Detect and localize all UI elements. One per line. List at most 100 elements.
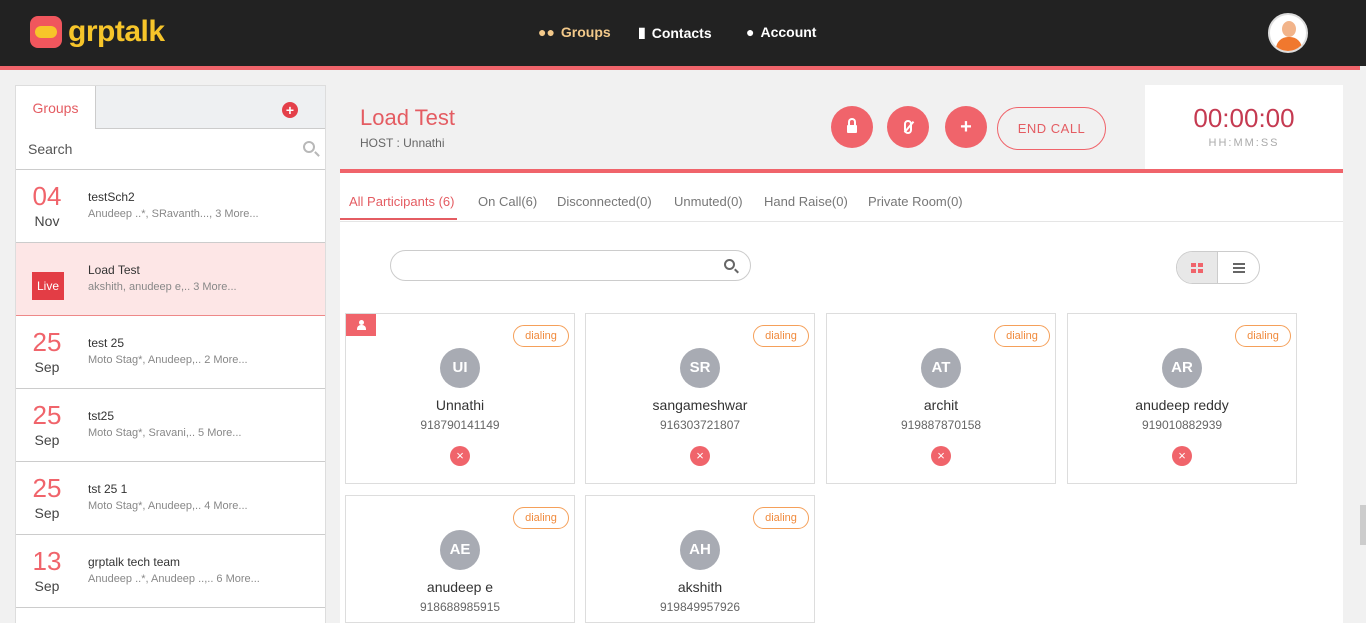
nav-contacts[interactable]: ▮ Contacts [638, 24, 712, 41]
tab-private-room[interactable]: Private Room(0) [868, 194, 963, 217]
nav-groups-label: Groups [560, 24, 611, 40]
group-name: grptalk tech team [88, 555, 181, 569]
participant-name: Unnathi [435, 397, 485, 413]
nav-contacts-label: Contacts [651, 24, 712, 41]
group-list-item[interactable]: 25 Sep test 25 Moto Stag*, Anudeep,.. 2 … [16, 316, 325, 389]
group-list-item[interactable]: 13 Sep grptalk tech team Anudeep ..*, An… [16, 535, 325, 608]
tab-hand-raise[interactable]: Hand Raise(0) [764, 194, 848, 217]
tab-groups[interactable]: Groups [16, 86, 96, 129]
tab-disconnected[interactable]: Disconnected(0) [557, 194, 652, 217]
group-month: Nov [34, 213, 60, 229]
participant-avatar: SR [680, 348, 720, 388]
group-date: 25 Sep [16, 328, 78, 376]
group-day: 25 [32, 327, 62, 357]
call-title: Load Test [360, 105, 456, 130]
participant-name: anudeep e [426, 579, 494, 595]
group-name: testSch2 [88, 190, 135, 204]
participant-name: archit [923, 397, 959, 413]
add-participant-button[interactable]: + [945, 106, 987, 148]
tab-unmuted[interactable]: Unmuted(0) [674, 194, 743, 217]
tab-on-call[interactable]: On Call(6) [478, 194, 537, 217]
group-month: Sep [34, 359, 60, 375]
tab-all-participants[interactable]: All Participants (6) [340, 194, 458, 220]
lock-call-button[interactable] [831, 106, 873, 148]
participant-card[interactable]: dialing UI Unnathi 918790141149 × [345, 313, 575, 484]
status-badge: dialing [994, 325, 1050, 347]
group-day: 25 [32, 400, 62, 430]
user-avatar[interactable] [1268, 13, 1308, 53]
group-search-input[interactable] [16, 129, 325, 169]
remove-participant-icon[interactable]: × [690, 446, 710, 466]
status-badge: dialing [513, 325, 569, 347]
status-badge: dialing [753, 507, 809, 529]
group-list-item[interactable]: 04 Nov testSch2 Anudeep ..*, SRavanth...… [16, 170, 325, 243]
group-members: Moto Stag*, Sravani,.. 5 More... [88, 427, 242, 439]
participant-phone: 919010882939 [1141, 418, 1223, 432]
participant-phone: 919849957926 [659, 600, 741, 614]
remove-participant-icon[interactable]: × [1172, 446, 1192, 466]
participant-name: sangameshwar [652, 397, 748, 413]
participant-phone: 918688985915 [419, 600, 501, 614]
participant-card[interactable]: dialing AT archit 919887870158 × [826, 313, 1056, 484]
logo-icon [30, 16, 62, 48]
group-list-item[interactable]: 25 Sep tst 25 1 Moto Stag*, Anudeep,.. 4… [16, 462, 325, 535]
participant-card[interactable]: dialing AE anudeep e 918688985915 [345, 495, 575, 623]
groups-sidebar: Groups + 04 Nov testSch2 Anudeep ..*, SR… [15, 85, 326, 623]
remove-participant-icon[interactable]: × [931, 446, 951, 466]
group-members: Moto Stag*, Anudeep,.. 4 More... [88, 500, 248, 512]
timer-format-label: HH:MM:SS [1208, 137, 1280, 149]
participant-avatar: AR [1162, 348, 1202, 388]
host-badge [346, 314, 376, 336]
view-toggle [1176, 251, 1260, 284]
participant-name: anudeep reddy [1135, 397, 1229, 413]
call-host: HOST : Unnathi [360, 136, 445, 150]
participant-avatar: AT [921, 348, 961, 388]
participant-name: akshith [677, 579, 723, 595]
group-name: Load Test [88, 263, 140, 277]
nav-account[interactable]: ● Account [746, 24, 816, 40]
search-icon[interactable] [303, 141, 315, 153]
end-call-button[interactable]: END CALL [997, 107, 1106, 150]
group-members: Anudeep ..*, SRavanth..., 3 More... [88, 208, 259, 220]
group-name: tst25 [88, 409, 115, 423]
participant-card[interactable]: dialing AH akshith 919849957926 [585, 495, 815, 623]
participant-avatar: UI [440, 348, 480, 388]
participant-card[interactable]: dialing AR anudeep reddy 919010882939 × [1067, 313, 1297, 484]
participant-phone: 918790141149 [420, 418, 500, 432]
group-day: 04 [32, 181, 62, 211]
group-list-item[interactable]: 25 Sep tst25 Moto Stag*, Sravani,.. 5 Mo… [16, 389, 325, 462]
group-members: Moto Stag*, Anudeep,.. 2 More... [88, 354, 248, 366]
group-name: tst 25 1 [88, 482, 128, 496]
search-icon[interactable] [724, 259, 735, 270]
nav-groups[interactable]: ●● Groups [538, 24, 611, 40]
group-members: Anudeep ..*, Anudeep ..,.. 6 More... [88, 573, 260, 585]
list-view-button[interactable] [1218, 252, 1259, 283]
grid-view-button[interactable] [1177, 252, 1219, 283]
participant-tabs: All Participants (6) On Call(6) Disconne… [340, 193, 1343, 222]
status-badge: dialing [753, 325, 809, 347]
group-day: 13 [32, 546, 62, 576]
group-members: akshith, anudeep e,.. 3 More... [88, 281, 237, 293]
remove-participant-icon[interactable]: × [450, 446, 470, 466]
group-list-item-live[interactable]: Live Load Test akshith, anudeep e,.. 3 M… [16, 243, 325, 316]
scrollbar-thumb[interactable] [1360, 505, 1366, 545]
plus-icon: + [960, 116, 972, 138]
participant-card[interactable]: dialing SR sangameshwar 916303721807 × [585, 313, 815, 484]
group-search [16, 129, 325, 170]
status-badge: dialing [513, 507, 569, 529]
participant-avatar: AH [680, 530, 720, 570]
group-day: 25 [32, 473, 62, 503]
participant-search[interactable] [390, 250, 751, 281]
add-group-icon[interactable]: + [282, 102, 298, 118]
status-badge: dialing [1235, 325, 1291, 347]
call-panel: Load Test HOST : Unnathi + END CALL 00:0… [340, 85, 1343, 623]
users-icon: ●● [538, 24, 555, 40]
mute-all-button[interactable] [887, 106, 929, 148]
nav-account-label: Account [760, 24, 817, 40]
grid-icon [1191, 262, 1203, 273]
header-divider [0, 66, 1360, 70]
live-badge: Live [32, 272, 64, 300]
list-icon [1232, 262, 1245, 273]
group-date: 13 Sep [16, 547, 78, 595]
logo[interactable]: grptalk [30, 16, 165, 48]
